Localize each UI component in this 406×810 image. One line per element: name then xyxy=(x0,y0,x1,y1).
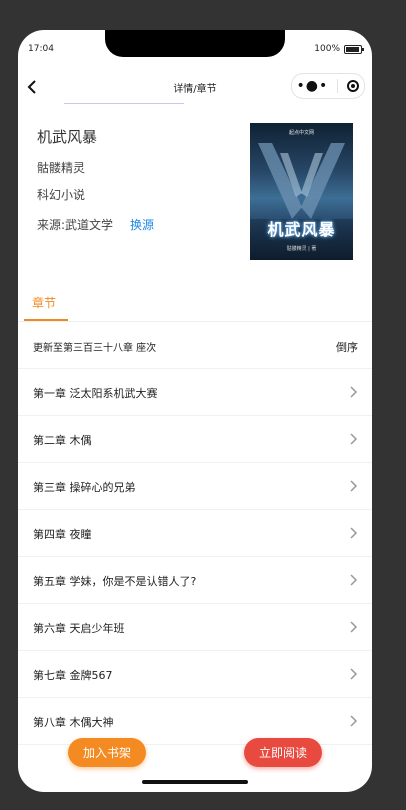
chapter-title: 第六章 天启少年班 xyxy=(33,622,125,635)
chevron-right-icon xyxy=(350,621,358,633)
phone-screen: 17:04 100% 详情/章节 •●• 机武风暴 骷髅精灵 科幻小说 来源:武… xyxy=(18,30,372,792)
status-time: 17:04 xyxy=(28,44,54,54)
tab-chapter[interactable]: 章节 xyxy=(32,294,56,311)
sort-order-button[interactable]: 倒序 xyxy=(336,339,358,355)
chapter-title: 第七章 金牌567 xyxy=(33,669,113,682)
cover-top-text: 起点中文网 xyxy=(288,130,314,136)
home-indicator xyxy=(142,780,248,784)
navbar: 详情/章节 •●• xyxy=(18,70,372,104)
chapter-row[interactable]: 第二章 木偶 xyxy=(18,416,372,463)
chapter-title: 第三章 操碎心的兄弟 xyxy=(33,481,136,494)
chapter-title: 第八章 木偶大神 xyxy=(33,716,114,729)
update-row: 更新至第三百三十八章 座次 倒序 xyxy=(18,322,372,369)
status-right: 100% xyxy=(314,44,364,54)
chevron-right-icon xyxy=(350,386,358,398)
chapter-list: 第一章 泛太阳系机武大赛 第二章 木偶 第三章 操碎心的兄弟 第四章 夜瞳 第五… xyxy=(18,369,372,745)
cover-title: 机武风暴 xyxy=(267,220,336,239)
chevron-right-icon xyxy=(350,433,358,445)
chapter-row[interactable]: 第四章 夜瞳 xyxy=(18,510,372,557)
latest-update-text: 更新至第三百三十八章 座次 xyxy=(33,343,157,354)
chevron-right-icon xyxy=(350,668,358,680)
chapter-row[interactable]: 第三章 操碎心的兄弟 xyxy=(18,463,372,510)
more-icon[interactable]: •●• xyxy=(297,79,329,93)
read-now-button[interactable]: 立即阅读 xyxy=(244,738,322,767)
book-title: 机武风暴 xyxy=(37,128,98,146)
chapter-row[interactable]: 第五章 学妹，你是不是认错人了? xyxy=(18,557,372,604)
book-category: 科幻小说 xyxy=(37,188,86,202)
chapter-row[interactable]: 第六章 天启少年班 xyxy=(18,604,372,651)
close-miniprogram-icon[interactable] xyxy=(347,80,360,92)
chevron-right-icon xyxy=(350,480,358,492)
notch xyxy=(105,30,285,57)
chapter-title: 第五章 学妹，你是不是认错人了? xyxy=(33,575,197,588)
chapter-title: 第二章 木偶 xyxy=(33,434,92,447)
chevron-right-icon xyxy=(350,715,358,727)
chevron-right-icon xyxy=(350,574,358,586)
book-source: 来源:武道文学 xyxy=(37,218,114,232)
chapter-title: 第四章 夜瞳 xyxy=(33,528,92,541)
change-source-link[interactable]: 换源 xyxy=(130,216,154,233)
chapter-title: 第一章 泛太阳系机武大赛 xyxy=(33,387,158,400)
chapter-row[interactable]: 第一章 泛太阳系机武大赛 xyxy=(18,369,372,416)
book-cover: 起点中文网 机武风暴 骷髅精灵 | 著 xyxy=(250,123,353,260)
chevron-right-icon xyxy=(350,527,358,539)
battery-percent: 100% xyxy=(314,44,340,54)
battery-icon xyxy=(344,44,364,54)
cover-author-text: 骷髅精灵 | 著 xyxy=(286,246,317,252)
chapter-row[interactable]: 第七章 金牌567 xyxy=(18,651,372,698)
capsule-menu: •●• xyxy=(291,73,365,99)
add-to-shelf-button[interactable]: 加入书架 xyxy=(68,738,146,767)
chapter-row[interactable]: 第八章 木偶大神 xyxy=(18,698,372,745)
capsule-divider xyxy=(337,79,339,93)
book-author: 骷髅精灵 xyxy=(37,161,86,175)
book-info: 机武风暴 骷髅精灵 科幻小说 来源:武道文学 换源 起点中文网 机武风暴 骷髅精… xyxy=(18,104,372,284)
